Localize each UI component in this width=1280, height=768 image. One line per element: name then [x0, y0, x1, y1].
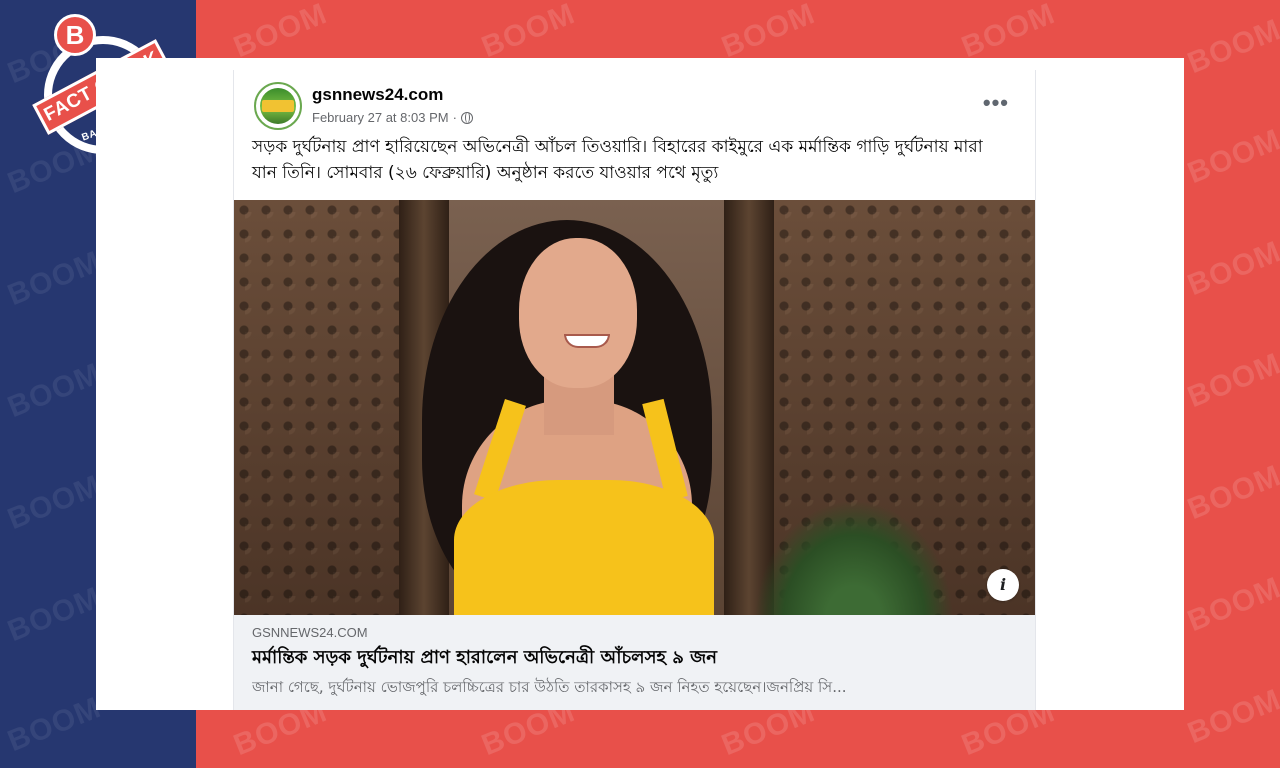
more-options-button[interactable]: ••• [983, 90, 1009, 116]
avatar-logo-band [262, 100, 294, 112]
yellow-top [454, 480, 714, 615]
link-description: জানা গেছে, দুর্ঘটনায় ভোজপুরি চলচ্চিত্রে… [252, 678, 847, 696]
post-timestamp[interactable]: February 27 at 8:03 PM [312, 110, 449, 125]
link-domain: GSNNEWS24.COM [252, 625, 368, 640]
boom-logo-icon: B [54, 14, 96, 56]
plant [754, 500, 954, 615]
post-caption: সড়ক দুর্ঘটনায় প্রাণ হারিয়েছেন অভিনেত্… [252, 137, 983, 183]
carved-panel [234, 200, 399, 615]
globe-icon [460, 111, 473, 124]
info-icon[interactable]: i [987, 569, 1019, 601]
meta-separator: · [452, 110, 457, 125]
smile [564, 334, 610, 348]
page-name-link[interactable]: gsnnews24.com [312, 85, 443, 105]
face [519, 238, 637, 388]
post-image[interactable]: i [234, 200, 1035, 615]
link-preview[interactable]: GSNNEWS24.COM মর্মান্তিক সড়ক দুর্ঘটনায়… [234, 615, 1035, 710]
page-avatar[interactable] [254, 82, 302, 130]
post-meta: February 27 at 8:03 PM · [312, 110, 473, 125]
link-title: মর্মান্তিক সড়ক দুর্ঘটনায় প্রাণ হারালেন… [252, 647, 717, 668]
facebook-post: gsnnews24.com February 27 at 8:03 PM · •… [233, 70, 1036, 710]
